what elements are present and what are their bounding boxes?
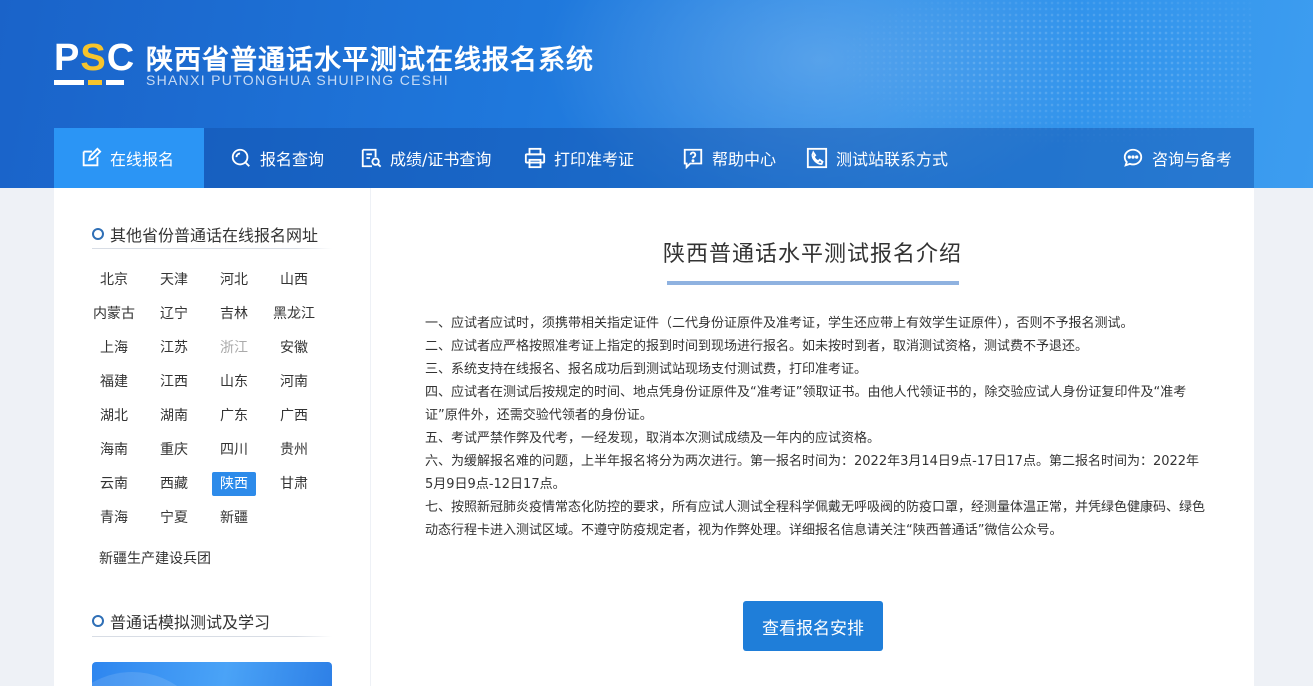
nav-label: 报名查询 xyxy=(260,150,325,169)
province-link[interactable]: 辽宁 xyxy=(160,302,188,326)
province-link[interactable]: 河南 xyxy=(280,370,308,394)
province-link[interactable]: 安徽 xyxy=(280,336,308,360)
search-icon xyxy=(231,148,250,167)
province-link[interactable]: 内蒙古 xyxy=(93,302,135,326)
province-link[interactable]: 四川 xyxy=(220,438,248,462)
chat-icon xyxy=(1123,148,1143,167)
notice-item: 二、应试者应严格按照准考证上指定的报到时间到现场进行报名。如未按时到者，取消测试… xyxy=(425,339,1089,354)
province-link[interactable]: 湖北 xyxy=(100,404,128,428)
province-link[interactable]: 广东 xyxy=(220,404,248,428)
notice-item: 五、考试严禁作弊及代考，一经发现，取消本次测试成绩及一年内的应试资格。 xyxy=(425,431,881,446)
province-link[interactable]: 北京 xyxy=(100,268,128,292)
nav-label: 帮助中心 xyxy=(712,150,777,169)
printer-icon xyxy=(524,147,546,169)
nav-contact-stations[interactable]: 测试站联系方式 xyxy=(806,128,948,188)
nav-help-center[interactable]: 帮助中心 xyxy=(682,128,776,188)
province-link[interactable]: 青海 xyxy=(100,506,128,530)
section-title-other-provinces: 其他省份普通话在线报名网址 xyxy=(92,222,318,246)
help-icon xyxy=(683,148,703,169)
province-link[interactable]: 贵州 xyxy=(280,438,308,462)
notice-item: 三、系统支持在线报名、报名成功后到测试站现场支付测试费，打印准考证。 xyxy=(425,362,868,377)
province-link[interactable]: 甘肃 xyxy=(280,472,308,496)
province-link[interactable]: 黑龙江 xyxy=(273,302,315,326)
nav-score-query[interactable]: 成绩/证书查询 xyxy=(360,128,491,188)
province-link[interactable]: 福建 xyxy=(100,370,128,394)
section-divider xyxy=(92,636,332,637)
nav-consult-prepare[interactable]: 咨询与备考 xyxy=(1122,128,1232,188)
nav-label: 咨询与备考 xyxy=(1152,150,1233,169)
province-link[interactable]: 上海 xyxy=(100,336,128,360)
sidebar: 其他省份普通话在线报名网址 北京 天津 河北 山西内蒙古 辽宁 吉林 黑龙江上海 江苏 浙江 安徽… xyxy=(54,188,370,686)
province-link[interactable]: 宁夏 xyxy=(160,506,188,530)
page-title: 陕西普通话水平测试报名介绍 xyxy=(662,242,962,267)
circle-bullet-icon xyxy=(92,615,104,627)
view-schedule-button[interactable]: 查看报名安排 xyxy=(743,601,883,651)
province-link[interactable]: 江西 xyxy=(160,370,188,394)
nav-label: 打印准考证 xyxy=(554,150,635,169)
notice-item: 七、按照新冠肺炎疫情常态化防控的要求，所有应试人测试全程科学佩戴无呼吸阀的防疫口… xyxy=(425,500,1206,538)
province-link[interactable]: 山西 xyxy=(280,268,308,292)
province-link[interactable]: 新疆生产建设兵团 xyxy=(99,547,211,571)
notice-item: 一、应试者应试时，须携带相关指定证件（二代身份证原件及准考证，学生还应带上有效学… xyxy=(425,316,1134,331)
nav-label: 在线报名 xyxy=(110,150,175,169)
province-link[interactable]: 天津 xyxy=(160,268,188,292)
main-nav: 在线报名 报名查询 成绩/证书查询 打印准考证 帮助中心 测试站联系方式 咨询与… xyxy=(54,128,1254,188)
nav-label: 成绩/证书查询 xyxy=(390,150,492,169)
nav-label: 测试站联系方式 xyxy=(836,150,949,169)
site-subtitle: SHANXI PUTONGHUA SHUIPING CESHI xyxy=(146,72,449,88)
notice-item: 六、为缓解报名难的问题，上半年报名将分为两次进行。第一报名时间为：2022年3月… xyxy=(425,454,1200,492)
province-link[interactable]: 广西 xyxy=(280,404,308,428)
mock-test-banner[interactable] xyxy=(92,662,332,686)
province-link[interactable]: 浙江 xyxy=(220,336,248,360)
phone-icon xyxy=(806,147,828,169)
province-link[interactable]: 山东 xyxy=(220,370,248,394)
province-link[interactable]: 吉林 xyxy=(220,302,248,326)
province-link[interactable]: 重庆 xyxy=(160,438,188,462)
province-link[interactable]: 海南 xyxy=(100,438,128,462)
psc-logo[interactable]: PSC xyxy=(54,38,135,78)
province-link[interactable]: 河北 xyxy=(220,268,248,292)
title-underline xyxy=(667,281,959,285)
nav-online-signup[interactable]: 在线报名 xyxy=(54,128,204,188)
province-link[interactable]: 西藏 xyxy=(160,472,188,496)
province-link[interactable]: 云南 xyxy=(100,472,128,496)
edit-icon xyxy=(82,147,102,167)
site-header: PSC 陕西省普通话水平测试在线报名系统 SHANXI PUTONGHUA SH… xyxy=(0,0,1313,188)
notice-item: 四、应试者在测试后按规定的时间、地点凭身份证原件及“准考证”领取证书。由他人代领… xyxy=(425,385,1187,423)
province-link[interactable]: 江苏 xyxy=(160,336,188,360)
section-title-mock-test: 普通话模拟测试及学习 xyxy=(92,609,270,633)
certificate-search-icon xyxy=(361,148,382,168)
circle-bullet-icon xyxy=(92,228,104,240)
province-link[interactable]: 新疆 xyxy=(220,506,248,530)
nav-signup-query[interactable]: 报名查询 xyxy=(230,128,324,188)
nav-print-ticket[interactable]: 打印准考证 xyxy=(524,128,634,188)
section-divider xyxy=(92,248,332,249)
province-link[interactable]: 湖南 xyxy=(160,404,188,428)
notice-list: 一、应试者应试时，须携带相关指定证件（二代身份证原件及准考证，学生还应带上有效学… xyxy=(425,312,1205,542)
main-content: 陕西普通话水平测试报名介绍 一、应试者应试时，须携带相关指定证件（二代身份证原件… xyxy=(371,188,1254,686)
province-link[interactable]: 陕西 xyxy=(212,472,256,496)
